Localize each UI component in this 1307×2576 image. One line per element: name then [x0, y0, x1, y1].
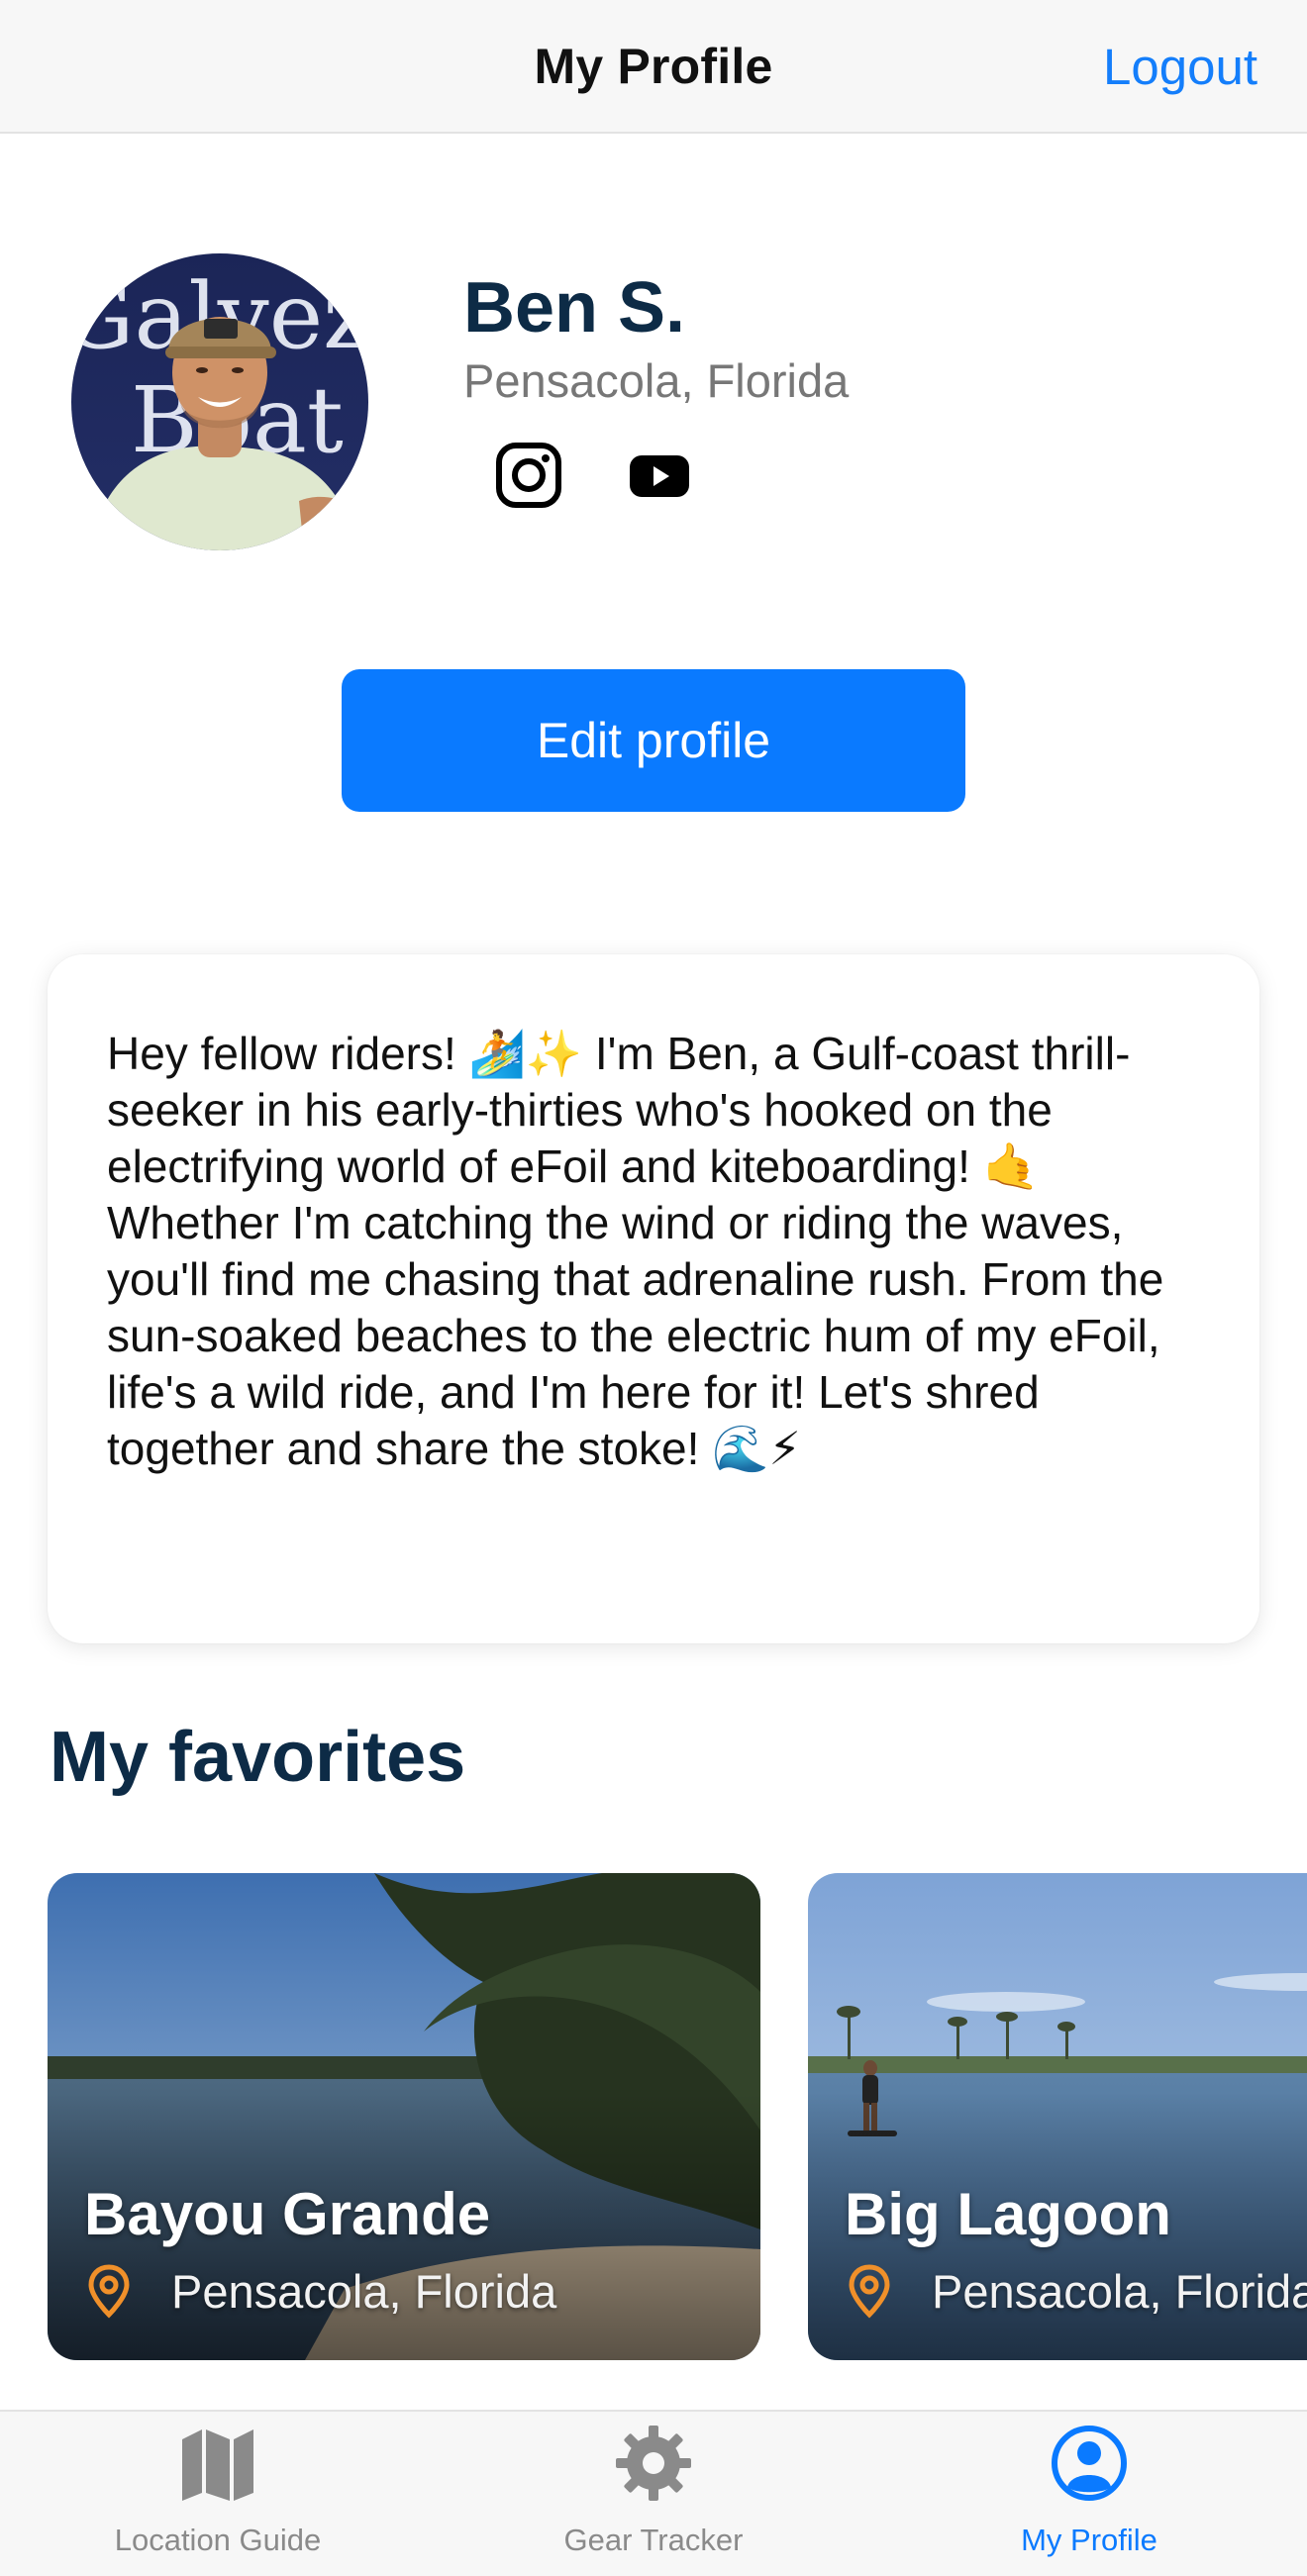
tab-label: Gear Tracker — [563, 2523, 744, 2557]
location-pin-icon — [849, 2264, 890, 2319]
instagram-icon[interactable] — [489, 436, 568, 515]
location-pin-icon — [88, 2264, 130, 2319]
profile-screen: My Profile Logout Galvez Boat — [0, 0, 1307, 2576]
edit-profile-button[interactable]: Edit profile — [342, 669, 965, 812]
favorite-name: Bayou Grande — [84, 2181, 491, 2247]
favorites-heading: My favorites — [50, 1718, 466, 1797]
avatar-photo: Galvez Boat — [71, 253, 368, 550]
favorite-location: Pensacola, Florida — [84, 2261, 556, 2321]
youtube-icon[interactable] — [620, 436, 699, 515]
favorite-card-big-lagoon[interactable]: Big Lagoon Pensacola, Florida — [808, 1873, 1307, 2360]
profile-name: Ben S. — [463, 268, 686, 347]
favorite-name: Big Lagoon — [845, 2181, 1171, 2247]
tab-location-guide[interactable]: Location Guide — [0, 2412, 436, 2576]
bio-card: Hey fellow riders! 🏄✨ I'm Ben, a Gulf-co… — [48, 954, 1259, 1643]
gear-icon — [616, 2426, 691, 2501]
avatar: Galvez Boat — [71, 253, 368, 550]
bio-text: Hey fellow riders! 🏄✨ I'm Ben, a Gulf-co… — [107, 1028, 1164, 1474]
tab-label: My Profile — [1021, 2523, 1157, 2557]
favorite-card-bayou-grande[interactable]: Bayou Grande Pensacola, Florida — [48, 1873, 760, 2360]
tab-label: Location Guide — [114, 2523, 322, 2557]
tab-bar: Location Guide Gear Tracker My Profile — [0, 2410, 1307, 2576]
favorite-location-text: Pensacola, Florida — [932, 2264, 1307, 2318]
logout-button[interactable]: Logout — [1103, 38, 1257, 96]
favorite-location: Pensacola, Florida — [845, 2261, 1307, 2321]
favorite-location-text: Pensacola, Florida — [171, 2264, 557, 2318]
navigation-bar: My Profile Logout — [0, 0, 1307, 134]
profile-location: Pensacola, Florida — [463, 354, 850, 407]
profile-icon — [1052, 2426, 1127, 2501]
tab-my-profile[interactable]: My Profile — [871, 2412, 1307, 2576]
tab-gear-tracker[interactable]: Gear Tracker — [436, 2412, 871, 2576]
map-icon — [182, 2429, 253, 2501]
